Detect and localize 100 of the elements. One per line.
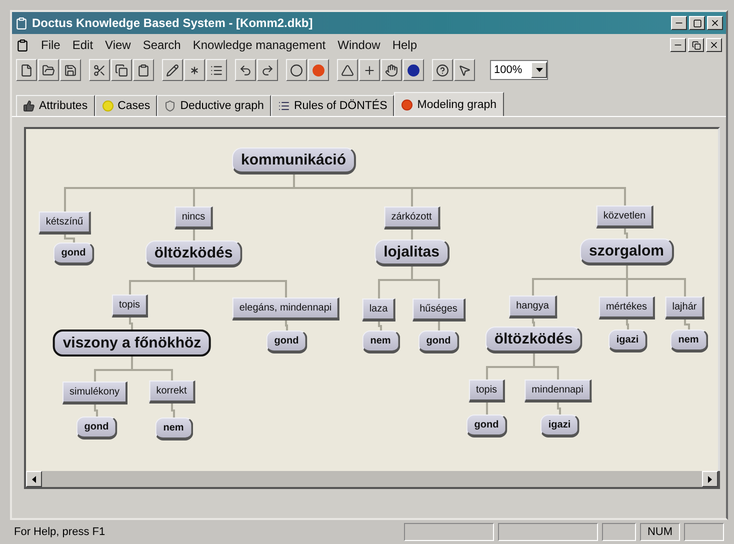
- attribute-node[interactable]: öltözködés: [485, 326, 583, 354]
- maximize-button[interactable]: [689, 16, 705, 30]
- circle-icon: [102, 100, 114, 112]
- connector-line: [129, 317, 133, 330]
- redo-icon: [261, 64, 274, 76]
- connector-line: [411, 266, 440, 299]
- tab[interactable]: Attributes: [16, 95, 95, 116]
- restore-button[interactable]: [688, 38, 704, 52]
- value-node[interactable]: közvetlen: [596, 206, 654, 228]
- result-node[interactable]: igazi: [608, 330, 648, 352]
- right-arrow-icon: [708, 476, 712, 482]
- connector-line: [193, 229, 195, 241]
- toolbar-button[interactable]: [257, 59, 278, 81]
- toolbar-button[interactable]: [308, 59, 329, 81]
- menu-item[interactable]: Edit: [72, 38, 94, 52]
- toolbar-button[interactable]: [60, 59, 81, 81]
- value-node[interactable]: korrekt: [149, 380, 195, 404]
- value-node[interactable]: hangya: [509, 296, 557, 318]
- triangle-icon: [341, 64, 354, 76]
- connector-line: [411, 229, 413, 240]
- cut-icon: [93, 64, 106, 76]
- tab[interactable]: Deductive graph: [157, 95, 271, 116]
- toolbar-button[interactable]: [133, 59, 154, 81]
- result-node[interactable]: gond: [418, 330, 460, 354]
- attribute-node[interactable]: viszony a főnökhöz: [52, 330, 212, 356]
- toolbar-button[interactable]: [286, 59, 307, 81]
- value-node[interactable]: topis: [468, 380, 506, 402]
- tab[interactable]: Rules of DÖNTÉS: [270, 95, 394, 116]
- value-node[interactable]: mindennapi: [524, 380, 592, 402]
- result-node[interactable]: gond: [76, 416, 118, 440]
- attribute-node[interactable]: kommunikáció: [232, 148, 356, 174]
- connector-line: [532, 318, 535, 327]
- menu-item[interactable]: Help: [392, 38, 417, 52]
- save-icon: [64, 64, 77, 76]
- help-icon: [436, 64, 449, 76]
- menu-item[interactable]: Search: [142, 38, 181, 52]
- close-button[interactable]: [707, 16, 723, 30]
- toolbar-button[interactable]: [381, 59, 402, 81]
- connector-line: [624, 228, 628, 239]
- circle-icon: [401, 98, 414, 110]
- minimize-button[interactable]: [670, 38, 686, 52]
- hand-icon: [385, 64, 398, 76]
- close-icon: [709, 40, 719, 50]
- minimize-button[interactable]: [671, 16, 687, 30]
- value-node[interactable]: topis: [112, 294, 148, 318]
- result-node[interactable]: nem: [362, 330, 400, 354]
- caret-icon: [536, 68, 542, 72]
- result-node[interactable]: nem: [155, 418, 193, 440]
- value-node[interactable]: laza: [362, 298, 396, 322]
- toolbar-button[interactable]: [454, 59, 475, 81]
- menu-item[interactable]: Knowledge management: [192, 38, 326, 52]
- toolbar-button[interactable]: [184, 59, 205, 81]
- value-node[interactable]: hűséges: [412, 298, 466, 322]
- plus-icon: [363, 64, 376, 76]
- scroll-right-button[interactable]: [702, 471, 718, 487]
- value-node[interactable]: simulékony: [62, 382, 128, 404]
- menu-item[interactable]: File: [41, 38, 60, 52]
- menu-item[interactable]: Window: [338, 38, 380, 52]
- value-node[interactable]: elegáns, mindennapi: [232, 298, 340, 320]
- tab[interactable]: Cases: [94, 95, 158, 116]
- toolbar-button[interactable]: [403, 59, 424, 81]
- result-node[interactable]: igazi: [540, 414, 580, 438]
- toolbar-button[interactable]: [432, 59, 453, 81]
- attribute-node[interactable]: öltözködés: [145, 240, 243, 268]
- value-node[interactable]: mértékes: [598, 296, 656, 320]
- toolbar-button[interactable]: [111, 59, 132, 81]
- restore-icon: [692, 40, 700, 50]
- copy-icon: [115, 64, 128, 76]
- app-icon: [15, 16, 28, 30]
- result-node[interactable]: gond: [53, 242, 95, 266]
- result-node[interactable]: gond: [466, 414, 508, 438]
- undo-icon: [239, 64, 252, 76]
- value-node[interactable]: zárkózott: [384, 206, 440, 230]
- tab[interactable]: Modeling graph: [394, 92, 504, 116]
- horizontal-scrollbar[interactable]: [24, 471, 720, 489]
- value-node[interactable]: kétszínű: [38, 212, 92, 234]
- attribute-node[interactable]: lojalitas: [374, 240, 450, 266]
- value-node[interactable]: nincs: [174, 206, 214, 230]
- attribute-node[interactable]: szorgalom: [580, 238, 674, 266]
- connector-line: [94, 404, 98, 417]
- connector-line: [378, 321, 382, 331]
- circle-icon: [290, 64, 303, 76]
- toolbar-button[interactable]: [162, 59, 183, 81]
- close-button[interactable]: [706, 38, 722, 52]
- result-node[interactable]: gond: [266, 330, 308, 354]
- status-text: For Help, press F1: [14, 526, 106, 538]
- toolbar-button[interactable]: [206, 59, 227, 81]
- toolbar-button[interactable]: [235, 59, 256, 81]
- toolbar-button[interactable]: [16, 59, 37, 81]
- toolbar-button[interactable]: [359, 59, 380, 81]
- value-node[interactable]: lajhár: [665, 296, 705, 320]
- menu-item[interactable]: View: [105, 38, 131, 52]
- zoom-combo[interactable]: 100%: [490, 60, 548, 80]
- toolbar-button[interactable]: [337, 59, 358, 81]
- scroll-left-button[interactable]: [26, 471, 42, 487]
- toolbar-button[interactable]: [38, 59, 59, 81]
- result-node[interactable]: nem: [670, 330, 708, 352]
- connector-line: [486, 402, 488, 415]
- thumb-icon: [23, 100, 35, 112]
- toolbar-button[interactable]: [89, 59, 110, 81]
